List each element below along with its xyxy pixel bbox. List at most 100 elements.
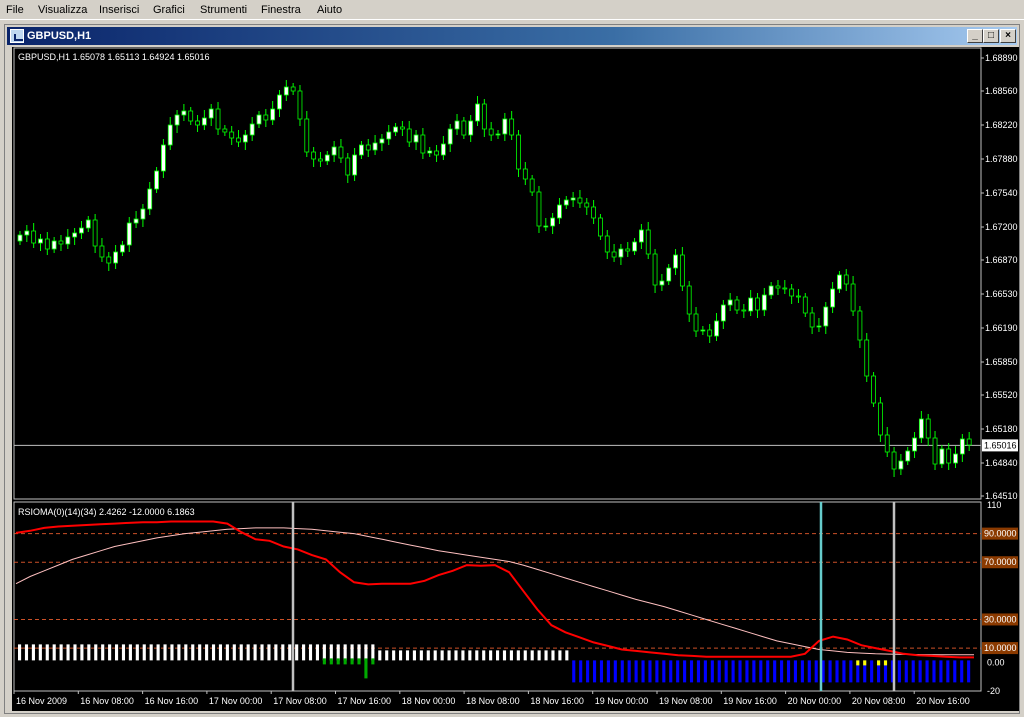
candle-body <box>543 225 549 228</box>
histogram-bar <box>696 660 701 683</box>
menu-bar: File Visualizza Inserisci Grafici Strume… <box>0 0 1024 20</box>
indicator-panel-title: RSIOMA(0)(14)(34) 2.4262 -12.0000 6.1863 <box>18 507 195 517</box>
candle-body <box>584 202 590 208</box>
menu-finestra[interactable]: Finestra <box>261 4 301 16</box>
histogram-bar <box>198 644 202 661</box>
histogram-bar <box>502 650 507 661</box>
candle-body <box>393 126 398 133</box>
candle-body <box>502 118 508 135</box>
candle-body <box>850 283 856 312</box>
histogram-bar <box>357 644 361 661</box>
level-label: 90.0000 <box>984 529 1017 539</box>
candle-body <box>147 188 153 210</box>
histogram-bar <box>378 650 382 661</box>
time-tick-label: 17 Nov 16:00 <box>338 696 392 706</box>
histogram-bar <box>509 650 513 661</box>
histogram-bar <box>419 650 423 661</box>
candle-body <box>891 451 897 470</box>
candle-body <box>516 134 521 170</box>
histogram-bar <box>288 644 292 661</box>
histogram-bar <box>662 660 666 683</box>
window-titlebar[interactable]: GBPUSD,H1 _ □ × <box>7 27 1017 45</box>
histogram-bar <box>308 644 313 661</box>
price-tick-label: 1.67200 <box>985 222 1018 232</box>
candle-body <box>830 288 835 308</box>
menu-grafici[interactable]: Grafici <box>153 4 185 16</box>
time-tick-label: 20 Nov 08:00 <box>852 696 906 706</box>
candle-body <box>359 144 364 156</box>
candle-body <box>912 437 917 452</box>
maximize-button[interactable]: □ <box>983 29 999 43</box>
menu-aiuto[interactable]: Aiuto <box>317 4 342 16</box>
histogram-bar <box>551 650 555 661</box>
chart-window: GBPUSD,H1 _ □ × 1.68890 1.68560 1.68220 1.6… <box>4 24 1020 714</box>
histogram-bar <box>842 660 846 683</box>
level-label: 70.0000 <box>984 557 1017 567</box>
candle-body <box>591 206 596 219</box>
histogram-bar <box>793 660 798 683</box>
candle-body <box>154 170 159 190</box>
window-title: GBPUSD,H1 <box>27 30 92 42</box>
histogram-bar <box>121 644 126 661</box>
time-tick-label: 16 Nov 08:00 <box>80 696 134 706</box>
candle-body <box>884 434 890 453</box>
histogram-bar <box>835 660 839 683</box>
candle-body <box>918 418 924 439</box>
histogram-bar-green <box>336 658 340 665</box>
histogram-bar <box>322 644 326 661</box>
histogram-bar <box>281 644 285 661</box>
histogram-bar <box>939 660 943 683</box>
histogram-bar-green <box>322 658 326 665</box>
histogram-bar <box>516 650 520 661</box>
candle-body <box>639 229 644 243</box>
candle-body <box>242 134 248 143</box>
chart-area[interactable]: 1.68890 1.68560 1.68220 1.67880 1.67540 1.672… <box>12 47 1019 711</box>
candle-body <box>174 114 180 126</box>
histogram-bar <box>364 644 368 661</box>
candle-body <box>85 219 91 229</box>
candle-body <box>529 178 535 193</box>
candle-body <box>673 254 678 269</box>
price-tick-label: 1.68560 <box>985 86 1018 96</box>
menu-strumenti[interactable]: Strumenti <box>200 4 247 16</box>
histogram-bar <box>967 660 971 683</box>
menu-inserisci[interactable]: Inserisci <box>99 4 139 16</box>
histogram-bar <box>101 644 105 661</box>
histogram-bar <box>114 644 119 661</box>
histogram-bar <box>759 660 763 683</box>
candle-body <box>304 118 310 153</box>
minimize-button[interactable]: _ <box>967 29 983 43</box>
candle-body <box>755 297 760 311</box>
histogram-bar <box>66 644 70 661</box>
histogram-bar <box>523 650 527 661</box>
histogram-bar <box>18 644 22 661</box>
candle-body <box>625 248 631 252</box>
candle-body <box>966 438 972 446</box>
histogram-bar <box>170 644 174 661</box>
histogram-bar <box>343 644 347 661</box>
histogram-bar <box>544 650 548 661</box>
candle-body <box>318 158 323 162</box>
candle-body <box>365 144 371 151</box>
menu-visualizza[interactable]: Visualizza <box>38 4 87 16</box>
close-button[interactable]: × <box>1000 29 1016 43</box>
histogram-bar <box>669 660 673 683</box>
histogram-bar <box>433 650 437 661</box>
chart-canvas[interactable]: 1.68890 1.68560 1.68220 1.67880 1.67540 1.672… <box>12 47 1019 711</box>
price-tick-label: 1.66190 <box>985 323 1018 333</box>
candle-body <box>208 108 214 119</box>
time-tick-label: 18 Nov 08:00 <box>466 696 520 706</box>
time-tick-label: 18 Nov 00:00 <box>402 696 456 706</box>
histogram-bar <box>752 660 756 683</box>
candle-body <box>809 312 815 328</box>
candle-body <box>126 222 132 246</box>
price-panel-title: GBPUSD,H1 1.65078 1.65113 1.64924 1.6501… <box>18 52 209 62</box>
histogram-bar <box>329 644 333 661</box>
candle-body <box>277 94 282 110</box>
candle-body <box>666 267 672 282</box>
candle-body <box>427 150 433 154</box>
candle-body <box>31 230 37 244</box>
price-tick-label: 1.67880 <box>985 154 1018 164</box>
candle-body <box>201 117 207 126</box>
menu-file[interactable]: File <box>6 4 24 16</box>
